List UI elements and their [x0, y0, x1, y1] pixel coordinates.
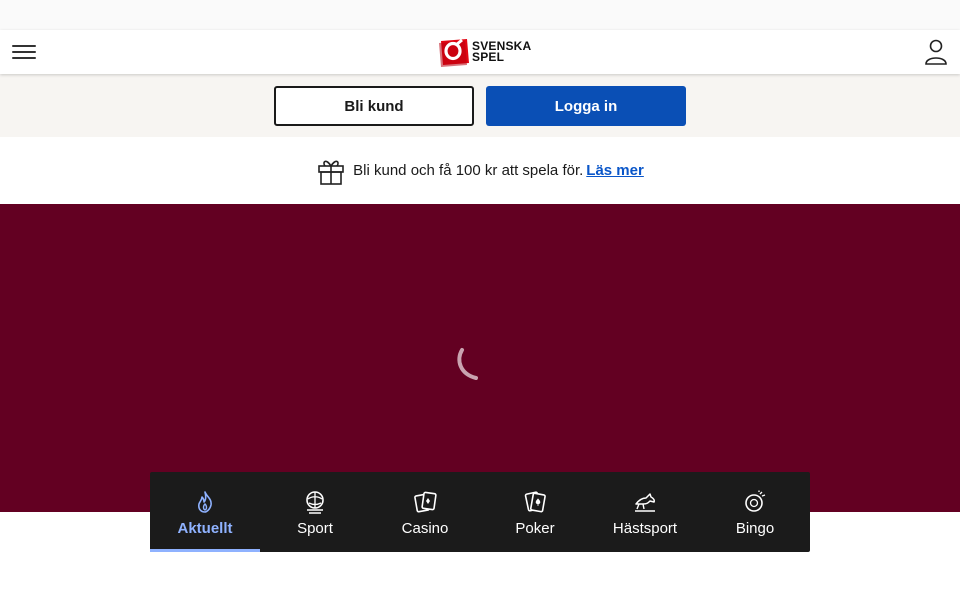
hamburger-menu-button[interactable] — [8, 36, 40, 68]
nav-item-hastsport[interactable]: Hästsport — [590, 472, 700, 552]
site-header: SVENSKA SPEL — [0, 30, 960, 74]
nav-item-casino[interactable]: Casino — [370, 472, 480, 552]
nav-item-sport[interactable]: Sport — [260, 472, 370, 552]
sports-ball-icon — [306, 491, 324, 514]
read-more-link[interactable]: Läs mer — [586, 162, 644, 179]
horse-icon — [635, 493, 655, 512]
logo-text: SVENSKA SPEL — [472, 40, 531, 64]
svenska-spel-logo-icon — [439, 38, 469, 67]
nav-label: Aktuellt — [177, 520, 233, 537]
bingo-ball-icon — [745, 490, 766, 512]
nav-label: Sport — [297, 520, 333, 537]
casino-cards-icon — [414, 491, 437, 513]
promo-text: Bli kund och få 100 kr att spela för. — [353, 162, 584, 179]
loading-spinner-icon — [457, 348, 478, 380]
flame-icon — [198, 491, 212, 513]
logo-line-2: SPEL — [472, 50, 505, 64]
svenska-spel-logo[interactable]: SVENSKA SPEL — [437, 36, 531, 68]
nav-label: Hästsport — [612, 520, 678, 537]
register-button[interactable]: Bli kund — [274, 86, 474, 126]
nav-label: Bingo — [735, 520, 775, 537]
login-button[interactable]: Logga in — [486, 86, 686, 126]
poker-cards-icon — [524, 491, 546, 513]
promo-banner: Bli kund och få 100 kr att spela för. Lä… — [0, 137, 960, 204]
nav-item-poker[interactable]: Poker — [480, 472, 590, 552]
user-account-button[interactable] — [924, 38, 948, 66]
auth-bar: Bli kund Logga in — [0, 74, 960, 137]
gift-icon — [318, 160, 344, 185]
top-strip — [0, 0, 960, 30]
nav-label: Poker — [515, 520, 555, 537]
nav-item-aktuellt[interactable]: Aktuellt — [150, 472, 260, 552]
category-nav: Aktuellt Sport Casino Poker Hästsport Bi… — [150, 472, 810, 552]
nav-item-bingo[interactable]: Bingo — [700, 472, 810, 552]
user-icon — [925, 39, 947, 65]
nav-label: Casino — [401, 520, 449, 537]
